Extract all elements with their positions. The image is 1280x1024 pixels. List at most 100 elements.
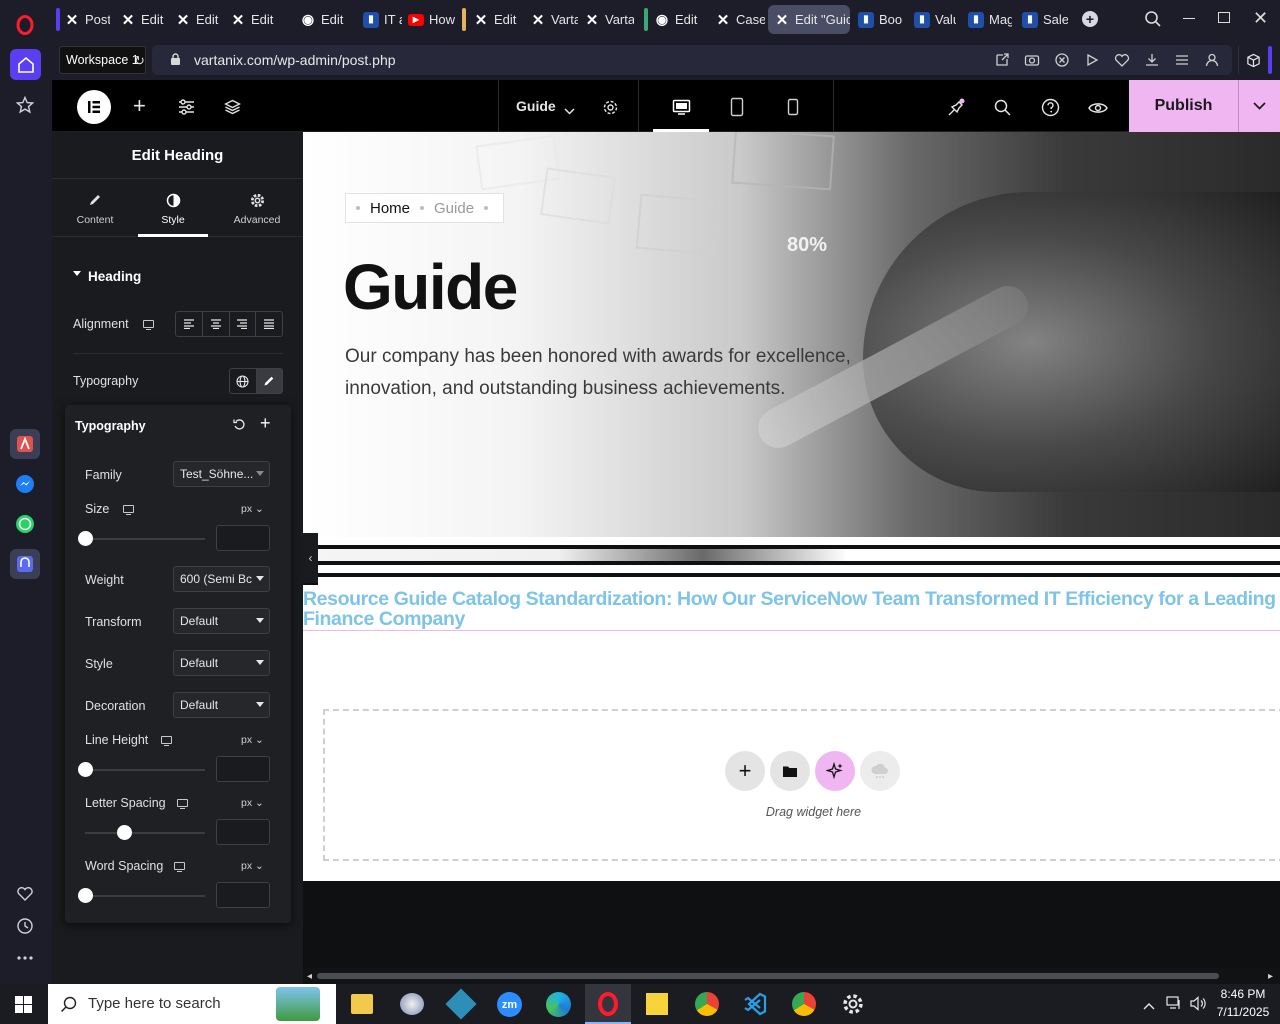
sticky-notes-icon[interactable] xyxy=(646,993,668,1015)
new-tab-icon[interactable]: + xyxy=(1082,11,1098,27)
align-justify-icon[interactable] xyxy=(256,312,282,336)
heading-widget[interactable]: Resource Guide Catalog Standardization: … xyxy=(303,585,1280,631)
size-responsive-icon[interactable] xyxy=(123,505,134,516)
letter-spacing-input[interactable] xyxy=(216,819,270,845)
add-element-icon[interactable]: + xyxy=(133,95,146,117)
line-height-unit-select[interactable]: px ⌄ xyxy=(241,734,264,746)
browser-tab[interactable]: ▮ Boos xyxy=(852,5,902,34)
opera-taskbar-button[interactable] xyxy=(585,984,631,1024)
font-style-select[interactable]: Default xyxy=(173,650,270,676)
device-desktop-button[interactable] xyxy=(653,80,709,132)
reset-icon[interactable] xyxy=(233,418,246,436)
browser-tab[interactable]: ✕ Edit xyxy=(467,5,522,34)
play-icon[interactable] xyxy=(1084,52,1100,73)
font-weight-select[interactable]: 600 (Semi Bc xyxy=(173,566,270,592)
settings-gear-icon[interactable] xyxy=(841,992,865,1021)
heart-icon[interactable] xyxy=(10,879,40,909)
preview-eye-icon[interactable] xyxy=(1088,101,1108,120)
tray-chevron-up-icon[interactable] xyxy=(1143,997,1155,1015)
edit-typography-pencil-icon[interactable] xyxy=(256,369,282,393)
browser-tab[interactable]: ◉ Edit xyxy=(648,5,704,34)
browser-tab[interactable]: ✕ Case xyxy=(709,5,765,34)
app-icon-diamond[interactable] xyxy=(445,988,477,1020)
align-right-icon[interactable] xyxy=(230,312,257,336)
tab-style[interactable]: Style xyxy=(138,180,208,237)
clock-date[interactable]: 7/11/2025 xyxy=(1210,1005,1276,1019)
zoom-app-icon[interactable]: zm xyxy=(497,992,522,1017)
browser-tab[interactable]: ✕ Varta xyxy=(578,5,634,34)
horizontal-scrollbar[interactable]: ◂ ▸ xyxy=(303,968,1280,984)
browser-tab[interactable]: ▶ How xyxy=(402,5,460,34)
opera-logo-icon[interactable] xyxy=(10,10,40,40)
search-tabs-icon[interactable] xyxy=(1144,10,1162,33)
size-slider-track[interactable] xyxy=(85,538,205,540)
size-slider-knob[interactable] xyxy=(78,531,93,546)
align-center-icon[interactable] xyxy=(203,312,230,336)
add-custom-font-icon[interactable]: + xyxy=(260,414,271,432)
elementor-logo-icon[interactable] xyxy=(77,90,111,124)
site-settings-sliders-icon[interactable] xyxy=(178,99,195,120)
network-icon[interactable] xyxy=(1166,996,1182,1015)
size-unit-select[interactable]: px ⌄ xyxy=(241,503,264,515)
publish-options-button[interactable] xyxy=(1238,80,1280,132)
hero-title[interactable]: Guide xyxy=(343,250,518,324)
chrome-profile-icon[interactable] xyxy=(792,992,816,1016)
font-family-select[interactable]: Test_Söhne... xyxy=(173,461,270,487)
word-spacing-slider-track[interactable] xyxy=(85,895,205,897)
browser-tab[interactable]: ✕ Edit xyxy=(224,5,278,34)
scroll-right-icon[interactable]: ▸ xyxy=(1268,971,1273,982)
close-window-icon[interactable]: ✕ xyxy=(1253,9,1268,27)
caret-down-icon[interactable] xyxy=(73,271,81,276)
browser-tab[interactable]: ✕ Edit xyxy=(114,5,168,34)
device-mobile-icon[interactable] xyxy=(787,98,799,121)
tab-content[interactable]: Content xyxy=(65,180,125,237)
browser-tab[interactable]: ▮ Valu xyxy=(908,5,956,34)
reload-icon[interactable]: ↻ xyxy=(134,53,145,69)
maximize-icon[interactable] xyxy=(1218,12,1230,23)
ai-sparkle-icon[interactable] xyxy=(815,751,855,791)
page-settings-gear-icon[interactable] xyxy=(602,99,619,121)
camera-icon[interactable] xyxy=(1024,52,1040,73)
history-clock-icon[interactable] xyxy=(10,911,40,941)
profile-icon[interactable] xyxy=(1204,52,1220,73)
tab-advanced[interactable]: Advanced xyxy=(222,180,292,237)
music-player-icon[interactable] xyxy=(10,549,40,579)
messenger-icon[interactable] xyxy=(10,469,40,499)
device-tablet-icon[interactable] xyxy=(730,97,744,122)
size-input[interactable] xyxy=(216,525,270,551)
line-height-slider-knob[interactable] xyxy=(78,762,93,777)
volume-icon[interactable] xyxy=(1190,996,1207,1016)
align-left-icon[interactable] xyxy=(176,312,203,336)
publish-button[interactable]: Publish xyxy=(1129,80,1238,132)
browser-tab[interactable]: ▮ Mag xyxy=(962,5,1012,34)
help-question-icon[interactable] xyxy=(1041,98,1060,122)
workspace-home-icon[interactable] xyxy=(10,49,41,80)
more-dots-icon[interactable] xyxy=(10,943,40,973)
browser-tab[interactable]: ✕ Varta xyxy=(524,5,578,34)
windows-start-icon[interactable] xyxy=(15,996,32,1018)
responsive-monitor-icon[interactable] xyxy=(143,320,154,331)
line-height-slider-track[interactable] xyxy=(85,769,205,771)
transform-select[interactable]: Default xyxy=(173,608,270,634)
letter-spacing-slider-knob[interactable] xyxy=(117,825,132,840)
word-spacing-responsive-icon[interactable] xyxy=(174,862,185,873)
section-heading[interactable]: Heading xyxy=(88,269,141,284)
favorite-heart-icon[interactable] xyxy=(1114,52,1130,73)
aria-icon[interactable] xyxy=(10,429,40,459)
letter-spacing-unit-select[interactable]: px ⌄ xyxy=(241,797,264,809)
hero-section[interactable]: 80% Home Guide Guide Our company has bee… xyxy=(303,132,1280,537)
drop-zone[interactable]: + Drag widget here xyxy=(323,709,1280,861)
send-to-icon[interactable] xyxy=(994,52,1010,73)
browser-tab[interactable]: ◉ Edit xyxy=(294,5,350,34)
decoration-select[interactable]: Default xyxy=(173,692,270,718)
download-icon[interactable] xyxy=(1144,52,1160,73)
chrome-icon[interactable] xyxy=(695,992,719,1016)
structure-layers-icon[interactable] xyxy=(224,99,241,120)
adblock-icon[interactable] xyxy=(1054,52,1070,73)
template-folder-icon[interactable] xyxy=(770,751,810,791)
breadcrumb-home[interactable]: Home xyxy=(370,200,410,217)
scroll-left-icon[interactable]: ◂ xyxy=(307,971,312,982)
hero-text[interactable]: Our company has been honored with awards… xyxy=(345,341,885,405)
finder-search-icon[interactable] xyxy=(994,99,1011,121)
vscode-icon[interactable] xyxy=(743,992,767,1016)
